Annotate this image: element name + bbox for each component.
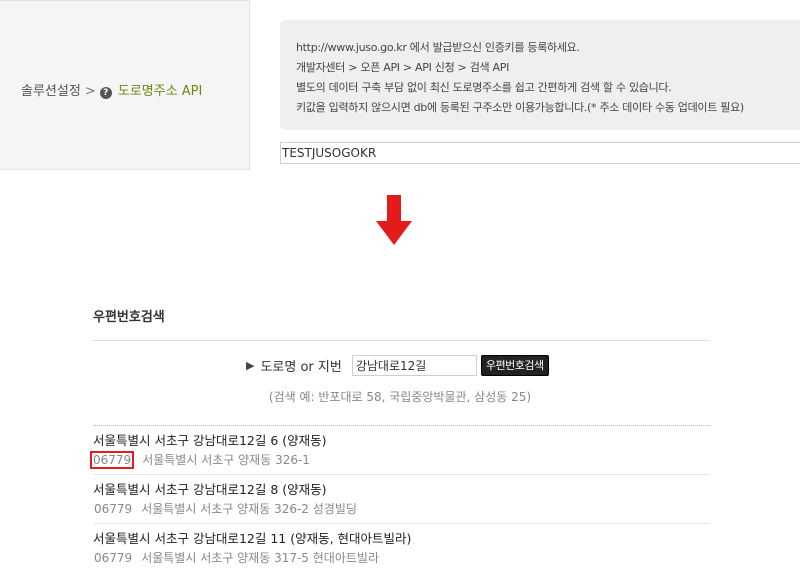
breadcrumb: 솔루션설정 >? 도로명주소 API bbox=[21, 80, 202, 99]
triangle-right-icon: ▶ bbox=[246, 358, 255, 372]
settings-panel: 솔루션설정 >? 도로명주소 API http://www.juso.go.kr … bbox=[0, 0, 800, 170]
results-list: 서울특별시 서초구 강남대로12길 6 (양재동) 06779 서울특별시 서초구… bbox=[90, 426, 710, 570]
result-item[interactable]: 서울특별시 서초구 강남대로12길 11 (양재동, 현대아트빌라) 06779… bbox=[93, 524, 710, 570]
breadcrumb-current: 도로명주소 API bbox=[117, 84, 203, 99]
info-line-path: 개발자센터 > 오픈 API > API 신청 > 검색 API bbox=[296, 61, 510, 74]
search-example-hint: (검색 예: 반포대로 58, 국립중앙박물관, 삼성동 25) bbox=[268, 390, 532, 404]
result-item[interactable]: 서울특별시 서초구 강남대로12길 6 (양재동) 06779 서울특별시 서초구… bbox=[90, 426, 710, 475]
result-sub-line: 06779 서울특별시 서초구 양재동 326-2 성경빌딩 bbox=[93, 499, 710, 519]
info-line-note: 키값을 입력하지 않으시면 db에 등록된 구주소만 이용가능합니다.(* 주소… bbox=[296, 101, 744, 114]
road-search-input[interactable] bbox=[351, 354, 477, 376]
api-key-input[interactable] bbox=[280, 142, 800, 164]
search-row: ▶ 도로명 or 지번 우편번호검색 bbox=[246, 354, 549, 376]
api-info-box: http://www.juso.go.kr 에서 발급받으신 인증키를 등록하세… bbox=[280, 20, 800, 130]
postcode-search-button[interactable]: 우편번호검색 bbox=[480, 354, 549, 376]
result-sub-line: 06779 서울특별시 서초구 양재동 326-1 bbox=[90, 450, 710, 470]
road-address[interactable]: 서울특별시 서초구 강남대로12길 8 (양재동) bbox=[93, 481, 710, 499]
result-sub-line: 06779 서울특별시 서초구 양재동 317-5 현대아트빌라 bbox=[93, 548, 710, 568]
road-address[interactable]: 서울특별시 서초구 강남대로12길 6 (양재동) bbox=[93, 432, 710, 450]
zipcode[interactable]: 06779 bbox=[93, 499, 133, 519]
settings-label-cell: 솔루션설정 >? 도로명주소 API bbox=[0, 0, 250, 170]
zipcode-highlighted[interactable]: 06779 bbox=[90, 451, 135, 469]
title-divider bbox=[93, 340, 710, 341]
road-address[interactable]: 서울특별시 서초구 강남대로12길 11 (양재동, 현대아트빌라) bbox=[93, 530, 710, 548]
jibun-address: 서울특별시 서초구 양재동 326-1 bbox=[142, 453, 310, 467]
info-line-url: http://www.juso.go.kr 에서 발급받으신 인증키를 등록하세… bbox=[296, 41, 580, 54]
info-line-description: 별도의 데이터 구축 부담 없이 최신 도로명주소를 쉽고 간편하게 검색 할 … bbox=[296, 81, 672, 94]
breadcrumb-parent[interactable]: 솔루션설정 bbox=[21, 84, 81, 99]
postcode-search-title: 우편번호검색 bbox=[93, 310, 165, 325]
down-arrow-icon bbox=[376, 195, 412, 245]
question-circle-icon[interactable]: ? bbox=[99, 87, 112, 99]
jibun-address: 서울특별시 서초구 양재동 326-2 성경빌딩 bbox=[141, 502, 357, 516]
search-label: 도로명 or 지번 bbox=[260, 359, 342, 375]
jibun-address: 서울특별시 서초구 양재동 317-5 현대아트빌라 bbox=[141, 551, 379, 565]
zipcode[interactable]: 06779 bbox=[93, 548, 133, 568]
breadcrumb-separator: > bbox=[84, 84, 96, 99]
result-item[interactable]: 서울특별시 서초구 강남대로12길 8 (양재동) 06779 서울특별시 서초구… bbox=[93, 475, 710, 524]
